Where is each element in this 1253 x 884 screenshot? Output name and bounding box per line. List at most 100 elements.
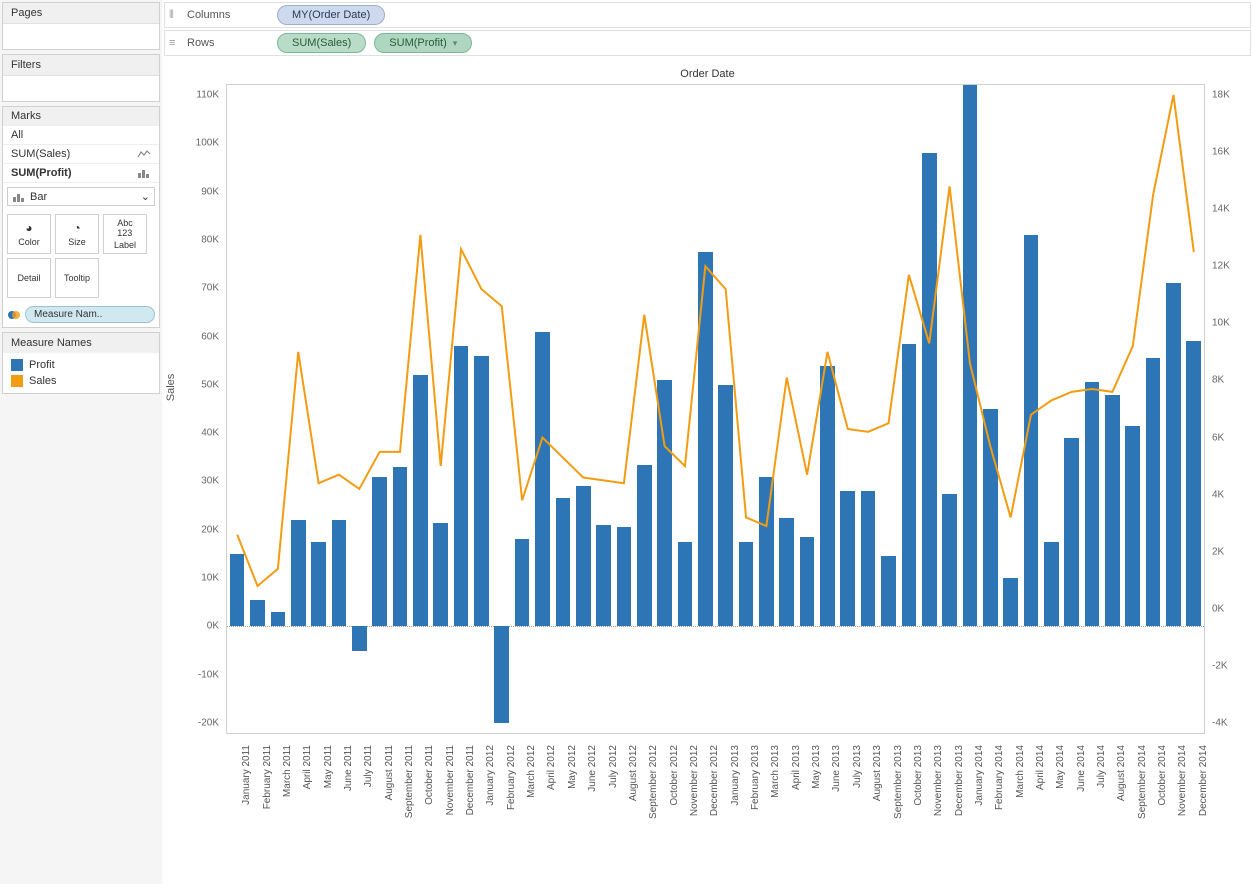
filters-shelf[interactable]: Filters [2,54,160,102]
y-tick-left: -20K [179,718,219,729]
x-tick: July 2014 [1096,745,1107,788]
x-tick: May 2012 [567,745,578,789]
x-tick: June 2011 [343,745,354,791]
y-tick-left: 40K [179,428,219,439]
y-tick-left: 100K [179,138,219,149]
x-tick: August 2011 [384,745,395,800]
x-tick: December 2012 [709,745,720,816]
x-tick: August 2014 [1116,745,1127,801]
y-tick-right: -4K [1212,718,1252,729]
x-tick: October 2013 [913,745,924,806]
x-tick: February 2014 [994,745,1005,810]
y-tick-right: 18K [1212,90,1252,101]
x-tick: September 2011 [404,745,415,818]
y-tick-right: 16K [1212,147,1252,158]
tooltip-encoding[interactable]: Tooltip [55,258,99,298]
y-tick-right: 14K [1212,204,1252,215]
x-tick: August 2013 [872,745,883,801]
detail-encoding[interactable]: Detail [7,258,51,298]
rows-shelf[interactable]: ≡Rows SUM(Sales) SUM(Profit)▾ [164,30,1251,56]
x-tick: May 2014 [1055,745,1066,789]
x-tick: April 2014 [1035,745,1046,790]
y-axis-left-label: Sales [165,374,177,402]
y-tick-left: -10K [179,669,219,680]
mark-type-select[interactable]: Bar ⌄ [7,187,155,206]
x-tick: March 2014 [1015,745,1026,798]
x-tick: November 2014 [1177,745,1188,816]
y-tick-right: 12K [1212,261,1252,272]
legend-card: Measure Names Profit Sales [2,332,160,394]
measure-names-pill[interactable]: Measure Nam.. [25,306,155,323]
marks-sum-profit[interactable]: SUM(Profit) [3,164,159,183]
marks-sum-sales[interactable]: SUM(Sales) [3,145,159,164]
x-tick: September 2014 [1137,745,1148,819]
marks-title: Marks [3,107,159,126]
x-tick: April 2012 [546,745,557,790]
marks-all[interactable]: All [3,126,159,145]
x-tick: July 2011 [363,745,374,787]
y-tick-right: 4K [1212,489,1252,500]
x-tick: January 2013 [730,745,741,806]
rows-icon: ≡ [169,37,183,49]
x-tick: January 2011 [241,745,252,805]
x-tick: October 2014 [1157,745,1168,806]
y-tick-left: 0K [179,621,219,632]
y-tick-right: 10K [1212,318,1252,329]
y-tick-left: 80K [179,234,219,245]
chart-title: Order Date [166,64,1249,84]
x-tick: May 2011 [323,745,334,788]
y-tick-right: -2K [1212,660,1252,671]
line-icon [137,149,151,159]
legend-item-profit[interactable]: Profit [11,357,151,373]
color-indicator-icon [7,308,21,322]
y-tick-left: 90K [179,186,219,197]
line-series [227,85,1204,733]
legend-title: Measure Names [3,333,159,353]
columns-icon: ⦀ [169,9,183,21]
x-tick: July 2013 [852,745,863,788]
size-encoding[interactable]: ◔Size [55,214,99,254]
x-tick: October 2011 [424,745,435,805]
rows-pill-sales[interactable]: SUM(Sales) [277,33,366,53]
bars-icon [137,168,151,178]
x-tick: February 2011 [262,745,273,809]
y-tick-left: 10K [179,573,219,584]
x-tick: April 2013 [791,745,802,790]
y-tick-left: 60K [179,331,219,342]
chevron-down-icon: ⌄ [141,190,150,203]
legend-item-sales[interactable]: Sales [11,373,151,389]
x-tick: February 2013 [750,745,761,810]
label-icon: Abc123 [117,218,133,238]
filters-label: Filters [3,55,159,76]
color-encoding[interactable]: ◕Color [7,214,51,254]
color-icon: ◕ [25,221,32,235]
label-encoding[interactable]: Abc123Label [103,214,147,254]
legend-swatch [11,375,23,387]
x-tick: September 2012 [648,745,659,819]
y-tick-right: 2K [1212,546,1252,557]
x-tick: June 2012 [587,745,598,792]
chevron-down-icon: ▾ [453,38,458,49]
y-tick-left: 20K [179,524,219,535]
chart-plot[interactable]: Sales Profit -20K-10K0K10K20K30K40K50K60… [226,84,1205,734]
x-tick: March 2011 [282,745,293,797]
x-tick: December 2013 [954,745,965,816]
pages-shelf[interactable]: Pages [2,2,160,50]
columns-shelf[interactable]: ⦀Columns MY(Order Date) [164,2,1251,28]
pages-label: Pages [3,3,159,24]
marks-card: Marks All SUM(Sales) SUM(Profit) Bar ⌄ ◕… [2,106,160,328]
x-tick: July 2012 [608,745,619,788]
y-tick-right: 0K [1212,603,1252,614]
y-tick-right: 8K [1212,375,1252,386]
size-icon: ◔ [73,221,80,235]
x-tick: March 2013 [770,745,781,798]
rows-pill-profit[interactable]: SUM(Profit)▾ [374,33,472,53]
columns-pill-orderdate[interactable]: MY(Order Date) [277,5,385,25]
x-tick: May 2013 [811,745,822,789]
x-tick: January 2014 [974,745,985,806]
y-tick-left: 50K [179,379,219,390]
x-tick: February 2012 [506,745,517,810]
y-tick-left: 110K [179,90,219,101]
x-tick: December 2014 [1198,745,1209,816]
bars-icon [12,192,26,202]
